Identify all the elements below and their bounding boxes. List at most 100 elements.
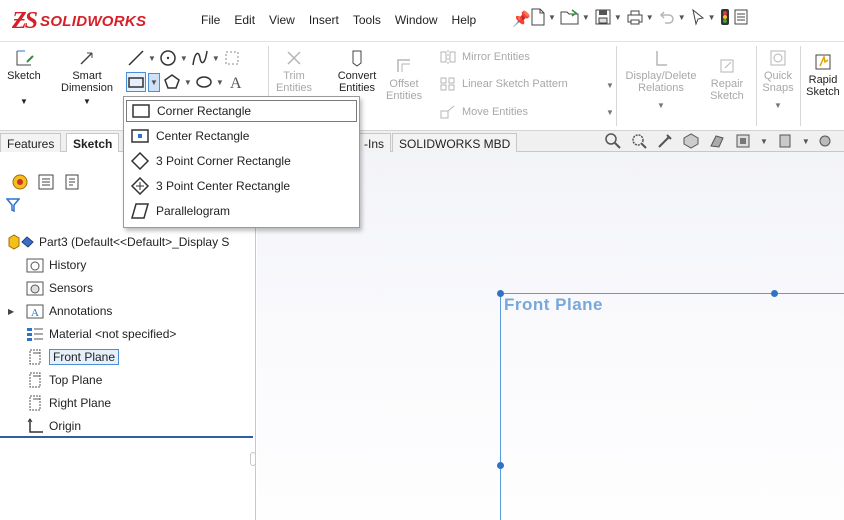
slot-tool-button[interactable] bbox=[222, 48, 242, 68]
print-button[interactable]: ▼ bbox=[626, 8, 654, 26]
rectangle-tool-button[interactable] bbox=[126, 72, 146, 92]
polygon-tool-button[interactable] bbox=[162, 72, 182, 92]
tree-item-right-plane[interactable]: Right Plane bbox=[26, 393, 111, 413]
circle-tool-button[interactable] bbox=[158, 48, 178, 68]
center-rectangle-option[interactable]: Center Rectangle bbox=[126, 125, 357, 147]
mirror-entities-button[interactable]: Mirror Entities bbox=[440, 50, 530, 64]
parallelogram-option[interactable]: Parallelogram bbox=[126, 200, 357, 222]
spline-dropdown[interactable]: ▼ bbox=[212, 54, 220, 63]
tab-features[interactable]: Features bbox=[0, 133, 62, 152]
open-button[interactable]: ▼ bbox=[560, 8, 590, 26]
zoom-to-area-icon[interactable] bbox=[630, 132, 648, 150]
linear-sketch-pattern-button[interactable]: Linear Sketch Pattern bbox=[440, 77, 568, 91]
configuration-manager-tab[interactable] bbox=[62, 172, 82, 192]
line-tool-button[interactable] bbox=[126, 48, 146, 68]
undo-button[interactable]: ▼ bbox=[658, 8, 686, 26]
new-document-button[interactable]: ▼ bbox=[530, 8, 556, 26]
menu-view[interactable]: View bbox=[262, 13, 302, 27]
menu-insert[interactable]: Insert bbox=[302, 13, 346, 27]
select-button[interactable]: ▼ bbox=[690, 8, 716, 26]
smart-dimension-dropdown-arrow[interactable]: ▼ bbox=[58, 96, 116, 108]
configuration-manager-icon bbox=[65, 174, 79, 190]
solidworks-logo[interactable]: ƵS SOLIDWORKS bbox=[12, 8, 146, 34]
section-view-icon[interactable] bbox=[682, 132, 700, 150]
rebuild-button[interactable] bbox=[720, 8, 730, 26]
save-button[interactable]: ▼ bbox=[594, 8, 622, 26]
tree-item-top-plane[interactable]: Top Plane bbox=[26, 370, 102, 390]
tree-item-origin[interactable]: Origin bbox=[26, 416, 81, 436]
pin-icon[interactable]: 📌 bbox=[512, 10, 531, 28]
menu-edit[interactable]: Edit bbox=[227, 13, 262, 27]
linear-pattern-dropdown[interactable]: ▼ bbox=[606, 81, 614, 90]
tree-item-material[interactable]: Material <not specified> bbox=[26, 324, 176, 344]
line-dropdown[interactable]: ▼ bbox=[148, 54, 156, 63]
rapid-sketch-button[interactable]: Rapid Sketch bbox=[802, 52, 844, 98]
sketch-button[interactable]: Sketch ▼ bbox=[6, 48, 42, 108]
trim-label-2: Entities bbox=[275, 82, 313, 94]
property-manager-tab[interactable] bbox=[36, 172, 56, 192]
origin-icon bbox=[26, 418, 44, 434]
tree-label: History bbox=[49, 258, 87, 272]
circle-dropdown[interactable]: ▼ bbox=[180, 54, 188, 63]
rollback-bar[interactable] bbox=[0, 436, 253, 438]
spline-icon bbox=[192, 50, 208, 66]
mirror-label: Mirror Entities bbox=[462, 51, 530, 63]
sketch-dropdown-arrow[interactable]: ▼ bbox=[6, 96, 42, 108]
corner-rectangle-option[interactable]: Corner Rectangle bbox=[126, 100, 357, 122]
view-orientation-icon[interactable] bbox=[708, 132, 726, 150]
menu-help[interactable]: Help bbox=[445, 13, 484, 27]
edit-appearance-icon[interactable] bbox=[818, 132, 832, 150]
feature-manager-tab[interactable] bbox=[10, 172, 30, 192]
tab-sketch[interactable]: Sketch bbox=[66, 133, 120, 152]
options-button[interactable] bbox=[734, 8, 748, 26]
convert-entities-button[interactable]: Convert Entities bbox=[334, 48, 380, 94]
tree-item-sensors[interactable]: Sensors bbox=[26, 278, 93, 298]
tab-solidworks-mbd[interactable]: SOLIDWORKS MBD bbox=[392, 133, 518, 152]
plane-edge-handle[interactable] bbox=[497, 462, 504, 469]
menu-file[interactable]: File bbox=[194, 13, 227, 27]
tree-item-front-plane[interactable]: Front Plane bbox=[26, 347, 120, 367]
offset-entities-button[interactable]: Offset Entities bbox=[386, 56, 422, 102]
display-delete-label-2: Relations bbox=[638, 82, 684, 94]
quick-snaps-button[interactable]: Quick Snaps ▼ bbox=[758, 48, 798, 112]
front-plane-outline[interactable] bbox=[500, 293, 844, 520]
ribbon-separator bbox=[616, 46, 617, 126]
expand-arrow-icon[interactable]: ▶ bbox=[8, 307, 26, 316]
tab-add-ins[interactable]: -Ins bbox=[358, 133, 392, 152]
hide-show-dropdown[interactable]: ▼ bbox=[802, 137, 810, 146]
display-delete-relations-button[interactable]: Display/Delete Relations ▼ bbox=[620, 48, 702, 112]
display-style-icon[interactable] bbox=[734, 132, 752, 150]
move-dropdown[interactable]: ▼ bbox=[606, 108, 614, 117]
plane-corner-handle[interactable] bbox=[497, 290, 504, 297]
move-entities-button[interactable]: Move Entities bbox=[440, 105, 528, 119]
smart-dimension-button[interactable]: Smart Dimension ▼ bbox=[58, 48, 116, 108]
text-tool-button[interactable]: A bbox=[226, 72, 246, 92]
3-point-corner-rectangle-option[interactable]: 3 Point Corner Rectangle bbox=[126, 150, 357, 172]
ellipse-dropdown[interactable]: ▼ bbox=[216, 78, 224, 87]
tree-item-part3[interactable]: Part3 (Default<<Default>_Display S bbox=[8, 232, 229, 252]
filter-icon[interactable] bbox=[5, 198, 21, 215]
3-point-center-rectangle-option[interactable]: 3 Point Center Rectangle bbox=[126, 175, 357, 197]
trim-entities-button[interactable]: Trim Entities bbox=[274, 48, 314, 94]
menu-window[interactable]: Window bbox=[388, 13, 445, 27]
open-folder-icon bbox=[560, 9, 579, 25]
zoom-to-fit-icon[interactable] bbox=[604, 132, 622, 150]
rectangle-dropdown[interactable]: ▼ bbox=[148, 72, 160, 92]
move-label: Move Entities bbox=[462, 106, 529, 118]
hide-show-items-icon[interactable] bbox=[776, 132, 794, 150]
panel-scroll-handle[interactable] bbox=[250, 452, 256, 466]
ellipse-tool-button[interactable] bbox=[194, 72, 214, 92]
tree-label: Part3 (Default<<Default>_Display S bbox=[39, 235, 230, 249]
polygon-dropdown[interactable]: ▼ bbox=[184, 78, 192, 87]
tree-item-annotations[interactable]: ▶ A Annotations bbox=[8, 301, 112, 321]
repair-sketch-button[interactable]: Repair Sketch bbox=[706, 56, 748, 102]
display-style-dropdown[interactable]: ▼ bbox=[760, 137, 768, 146]
spline-tool-button[interactable] bbox=[190, 48, 210, 68]
tree-item-history[interactable]: History bbox=[26, 255, 86, 275]
quick-snaps-dropdown[interactable]: ▼ bbox=[758, 100, 798, 112]
relations-dropdown[interactable]: ▼ bbox=[620, 100, 702, 112]
plane-edge-handle[interactable] bbox=[771, 290, 778, 297]
previous-view-icon[interactable] bbox=[656, 132, 674, 150]
svg-text:A: A bbox=[31, 307, 39, 319]
menu-tools[interactable]: Tools bbox=[346, 13, 388, 27]
